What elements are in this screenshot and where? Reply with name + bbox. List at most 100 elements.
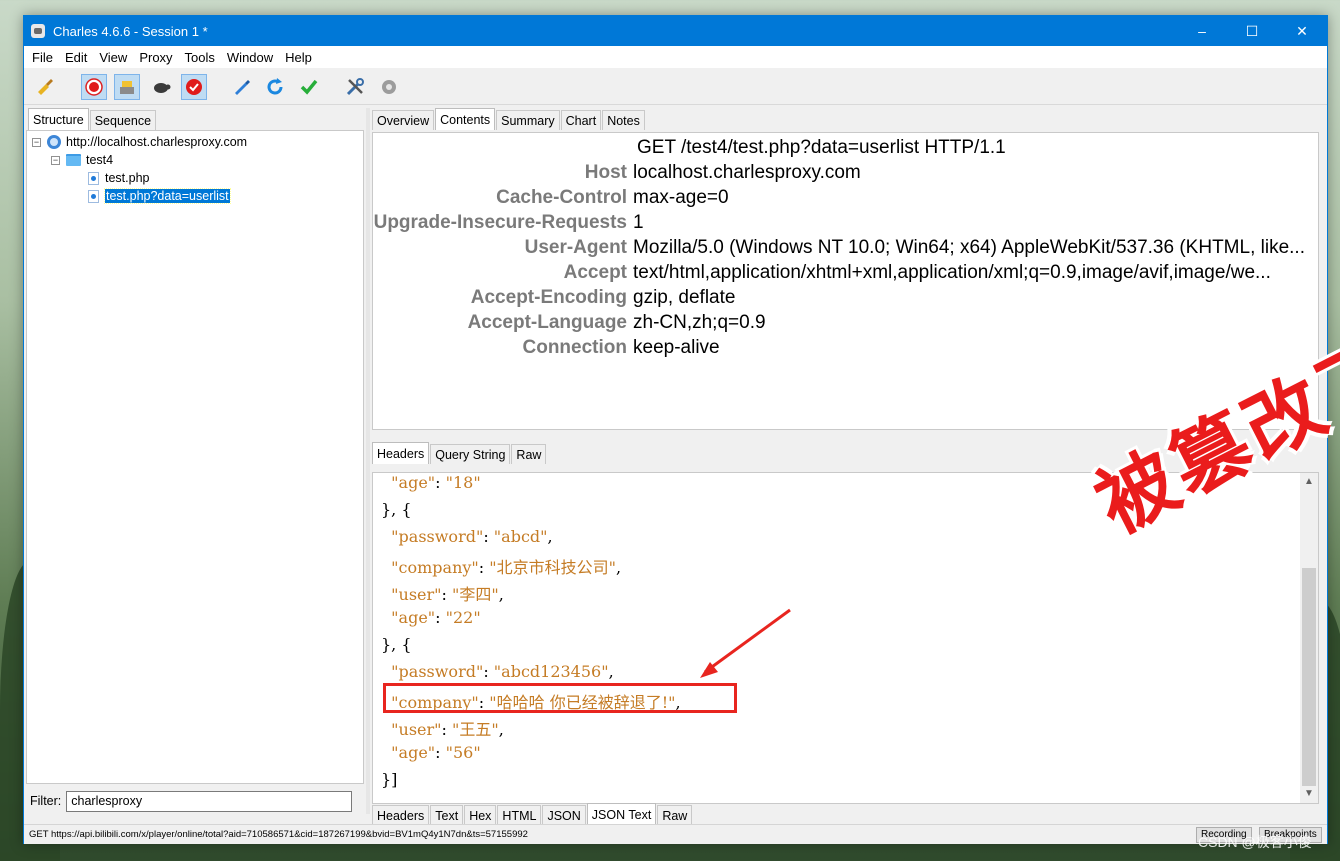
tab-request-raw[interactable]: Raw [511,444,547,464]
header-value: max-age=0 [633,187,729,208]
tab-structure[interactable]: Structure [28,108,89,130]
structure-tree: − http://localhost.charlesproxy.com − te… [26,130,364,784]
json-line: "user": "王五", [391,720,504,739]
tab-response-json[interactable]: JSON [542,805,586,825]
header-key: Accept-Encoding [470,287,627,308]
file-label: test.php [105,171,150,185]
annotation-arrow [700,608,791,678]
header-row: Cache-Control max-age=0 [373,187,1315,212]
tree-folder-row[interactable]: − test4 [51,151,113,169]
json-line: }, { [381,635,412,654]
scroll-thumb[interactable] [1302,568,1316,786]
menu-bar: File Edit View Proxy Tools Window Help [24,46,1327,68]
tab-response-html[interactable]: HTML [497,805,542,825]
tab-summary[interactable]: Summary [496,110,560,130]
scroll-up-icon[interactable]: ▲ [1300,473,1318,491]
json-line: "user": "李四", [391,585,504,604]
minimize-button[interactable]: – [1177,16,1227,46]
json-line: }, { [381,500,412,519]
menu-view[interactable]: View [95,50,131,65]
turtle-icon[interactable] [148,74,174,100]
header-value: text/html,application/xhtml+xml,applicat… [633,262,1271,283]
file-label-selected: test.php?data=userlist [104,188,231,204]
tree-file-row[interactable]: test.php [88,169,149,187]
tab-notes[interactable]: Notes [602,110,645,130]
menu-help[interactable]: Help [281,50,316,65]
tab-chart[interactable]: Chart [560,110,602,130]
tree-host-row[interactable]: − http://localhost.charlesproxy.com [32,133,247,151]
structure-pane: Structure Sequence − http://localhost.ch… [26,108,366,814]
header-key: Upgrade-Insecure-Requests [373,212,627,233]
collapse-toggle-icon[interactable]: − [32,137,41,147]
json-line: }] [381,770,398,789]
header-key: User-Agent [524,237,627,258]
title-bar: Charles 4.6.6 - Session 1 * – ☐ ✕ [24,16,1327,46]
menu-window[interactable]: Window [223,50,277,65]
menu-proxy[interactable]: Proxy [135,50,176,65]
pen-icon[interactable] [228,74,254,100]
header-row: Accept-Encoding gzip, deflate [373,287,1315,312]
header-row: Accept text/html,application/xhtml+xml,ap… [373,262,1315,287]
tab-request-headers[interactable]: Headers [372,442,430,464]
scroll-down-icon[interactable]: ▼ [1300,785,1318,803]
header-value: zh-CN,zh;q=0.9 [633,312,766,333]
filter-label: Filter: [30,794,62,808]
refresh-icon[interactable] [262,74,288,100]
header-row: User-Agent Mozilla/5.0 (Windows NT 10.0; … [373,237,1315,262]
json-line: "company": "北京市科技公司", [391,558,622,577]
header-value: Mozilla/5.0 (Windows NT 10.0; Win64; x64… [633,237,1305,258]
header-key: Cache-Control [496,187,627,208]
check-icon[interactable] [296,74,322,100]
file-icon [88,171,99,185]
header-key: Accept-Language [467,312,627,333]
header-row: Connection keep-alive [373,337,1315,362]
json-line: "password": "abcd", [391,527,553,546]
header-row: Upgrade-Insecure-Requests 1 [373,212,1315,237]
file-icon [88,189,99,203]
request-line: GET /test4/test.php?data=userlist HTTP/1… [637,137,1006,158]
menu-edit[interactable]: Edit [61,50,91,65]
status-url: GET https://api.bilibili.com/x/player/on… [29,829,528,840]
tab-sequence[interactable]: Sequence [89,110,157,130]
header-value: localhost.charlesproxy.com [633,162,861,183]
tab-overview[interactable]: Overview [372,110,435,130]
settings-icon[interactable] [376,74,402,100]
folder-label: test4 [86,153,114,167]
toolbar [24,68,1327,105]
header-key: Connection [522,337,628,358]
globe-icon [47,135,61,149]
close-button[interactable]: ✕ [1277,16,1327,46]
json-line: "age": "22" [391,608,481,627]
window-title: Charles 4.6.6 - Session 1 * [53,23,208,39]
vertical-scrollbar[interactable]: ▲ ▼ [1300,473,1318,803]
tab-response-text[interactable]: Text [430,805,464,825]
header-key: Accept [563,262,627,283]
menu-tools[interactable]: Tools [181,50,219,65]
tab-response-json-text[interactable]: JSON Text [586,803,657,825]
header-row: Accept-Language zh-CN,zh;q=0.9 [373,312,1315,337]
broom-icon[interactable] [32,74,58,100]
tab-contents[interactable]: Contents [435,108,496,130]
breakpoint-icon[interactable] [181,74,207,100]
tree-file-row-selected[interactable]: test.php?data=userlist [88,187,231,205]
tab-response-raw[interactable]: Raw [657,805,693,825]
json-line: "age": "18" [391,473,481,492]
throttle-icon[interactable] [114,74,140,100]
filter-input[interactable] [66,790,353,812]
tab-response-headers[interactable]: Headers [372,805,430,825]
collapse-toggle-icon[interactable]: − [51,155,60,165]
tab-query-string[interactable]: Query String [430,444,511,464]
maximize-button[interactable]: ☐ [1227,16,1277,46]
charles-app-icon [31,24,45,38]
header-value: keep-alive [633,337,720,358]
header-value: gzip, deflate [633,287,736,308]
header-key: Host [584,162,627,183]
csdn-watermark: CSDN @极客小俊 [1198,834,1312,850]
json-line: "age": "56" [391,743,481,762]
tab-response-hex[interactable]: Hex [464,805,497,825]
header-value: 1 [633,212,644,233]
menu-file[interactable]: File [28,50,57,65]
record-icon[interactable] [81,74,107,100]
tools-icon[interactable] [342,74,368,100]
filter-row: Filter: [30,790,360,812]
